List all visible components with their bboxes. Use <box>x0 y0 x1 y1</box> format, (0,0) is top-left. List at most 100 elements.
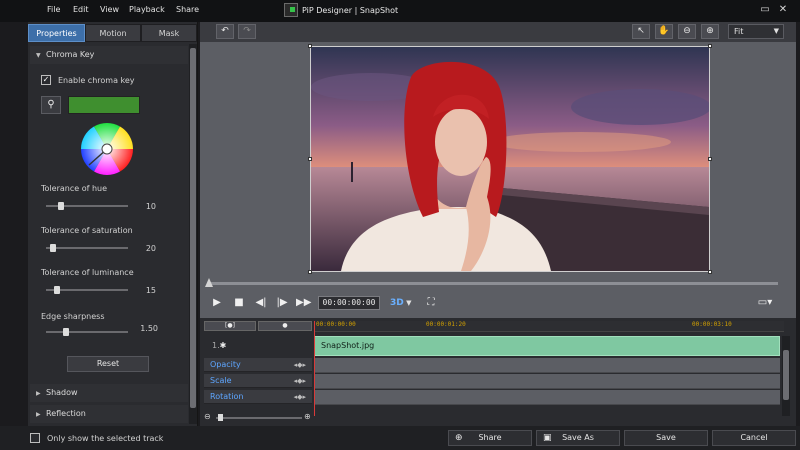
zoom-fit-select[interactable]: Fit ▼ <box>728 24 784 39</box>
play-icon[interactable]: ▶ <box>210 296 224 310</box>
3d-mode-button[interactable]: 3D ▼ <box>390 295 414 311</box>
zoom-in-icon[interactable]: ⊕ <box>304 412 311 421</box>
save-as-button[interactable]: ▣ Save As <box>536 430 620 446</box>
resize-handle[interactable] <box>708 270 712 274</box>
edge-sharpness-slider-track[interactable] <box>46 331 128 333</box>
edge-sharpness-label: Edge sharpness <box>41 312 105 321</box>
track-lane-opacity[interactable] <box>314 358 780 373</box>
luminance-tolerance-slider-thumb[interactable] <box>54 286 61 294</box>
display-settings-icon[interactable]: ▭▾ <box>754 296 776 310</box>
maximize-icon[interactable]: ▭ <box>758 3 772 17</box>
save-button[interactable]: Save <box>624 430 708 446</box>
app-title: PiP Designer | SnapShot <box>284 3 398 17</box>
tab-motion[interactable]: Motion <box>85 24 141 42</box>
3d-mode-label: 3D <box>390 298 404 308</box>
menu-playback[interactable]: Playback <box>129 5 165 14</box>
next-frame-icon[interactable]: |▶ <box>275 296 289 310</box>
resize-handle[interactable] <box>708 157 712 161</box>
luminance-tolerance-value: 15 <box>145 286 156 295</box>
menu-edit[interactable]: Edit <box>73 5 89 14</box>
select-pointer-icon[interactable]: ↖ <box>632 24 650 39</box>
timeline-zoom-thumb[interactable] <box>218 414 223 421</box>
eyedropper-icon[interactable]: ⚲ <box>41 96 61 114</box>
track-lane-rotation[interactable] <box>314 390 780 405</box>
preview-toolbar: ↶ ↷ ↖ ✋ ⊖ ⊕ Fit ▼ <box>200 22 796 42</box>
zoom-in-icon[interactable]: ⊕ <box>701 24 719 39</box>
timecode-display[interactable]: 00:00:00:00 <box>318 296 380 310</box>
timeline-ruler[interactable]: 00:00:00:00 00:00:01:20 00:00:03:10 <box>314 321 784 332</box>
cancel-button[interactable]: Cancel <box>712 430 796 446</box>
track-lane-scale[interactable] <box>314 374 780 389</box>
share-button[interactable]: ⊕ Share <box>448 430 532 446</box>
luminance-tolerance-label: Tolerance of luminance <box>41 268 134 277</box>
preview-canvas[interactable] <box>310 46 710 272</box>
timeline-scrollbar-thumb[interactable] <box>783 350 789 400</box>
keyframe-nav-icon[interactable]: ◂◆▸ <box>294 390 306 404</box>
hue-tolerance-label: Tolerance of hue <box>41 184 108 193</box>
saturation-tolerance-slider-thumb[interactable] <box>50 244 57 252</box>
saturation-tolerance-label: Tolerance of saturation <box>41 226 133 235</box>
keyframe-nav-icon[interactable]: ◂◆▸ <box>294 358 306 372</box>
menu-share[interactable]: Share <box>176 5 199 14</box>
redo-icon[interactable]: ↷ <box>238 24 256 39</box>
only-selected-track-checkbox[interactable] <box>30 433 40 443</box>
resize-handle[interactable] <box>308 270 312 274</box>
playhead[interactable] <box>314 321 315 416</box>
track-label-text: Opacity <box>210 360 241 369</box>
resize-handle[interactable] <box>308 157 312 161</box>
share-label: Share <box>478 433 502 442</box>
save-as-label: Save As <box>562 433 594 442</box>
track-rotation[interactable]: Rotation ◂◆▸ <box>204 390 312 404</box>
track-scale[interactable]: Scale ◂◆▸ <box>204 374 312 388</box>
timeline-mode-button[interactable]: [●] <box>204 321 256 331</box>
timeline-zoom: ⊖ ⊕ <box>204 412 312 424</box>
ruler-mark: 00:00:03:10 <box>692 321 732 328</box>
fit-select-value: Fit <box>734 27 744 36</box>
key-color-swatch[interactable] <box>68 96 140 114</box>
timeline-panel: [●] ● 00:00:00:00 00:00:01:20 00:00:03:1… <box>200 318 796 426</box>
resize-handle[interactable] <box>708 44 712 48</box>
hand-pan-icon[interactable]: ✋ <box>655 24 673 39</box>
section-chroma-key[interactable]: ▼ Chroma Key <box>30 46 188 64</box>
enable-chroma-key-checkbox[interactable]: ✓ <box>41 75 51 85</box>
saturation-tolerance-slider-track[interactable] <box>46 247 128 249</box>
chevron-down-icon: ▼ <box>403 299 412 307</box>
fast-forward-icon[interactable]: ▶▶ <box>296 296 311 310</box>
timeline-zoom-track[interactable] <box>216 417 302 419</box>
zoom-out-icon[interactable]: ⊖ <box>678 24 696 39</box>
section-label: Chroma Key <box>46 50 95 59</box>
keyframe-nav-icon[interactable]: ◂◆▸ <box>294 374 306 388</box>
panel-scrollbar[interactable] <box>189 44 197 424</box>
enable-chroma-key-label: Enable chroma key <box>58 76 135 85</box>
stop-icon[interactable]: ■ <box>232 296 246 310</box>
hue-tolerance-value: 10 <box>145 202 156 211</box>
tab-mask[interactable]: Mask <box>141 24 197 42</box>
resize-handle[interactable] <box>308 44 312 48</box>
edge-sharpness-slider-thumb[interactable] <box>62 328 69 336</box>
fullscreen-icon[interactable]: ⛶ <box>424 296 438 310</box>
clip-snapshot[interactable]: SnapShot.jpg <box>314 336 780 356</box>
preview-scrubber-track[interactable] <box>208 282 778 285</box>
timeline-record-button[interactable]: ● <box>258 321 312 331</box>
panel-scrollbar-thumb[interactable] <box>190 48 196 408</box>
timeline-scrollbar[interactable] <box>782 336 790 416</box>
undo-icon[interactable]: ↶ <box>216 24 234 39</box>
asterisk-icon: ✱ <box>219 341 227 350</box>
section-reflection[interactable]: ▶ Reflection <box>30 405 188 423</box>
menu-file[interactable]: File <box>47 5 60 14</box>
track-opacity[interactable]: Opacity ◂◆▸ <box>204 358 312 372</box>
hue-tolerance-slider-thumb[interactable] <box>57 202 64 210</box>
tab-properties[interactable]: Properties <box>28 24 85 42</box>
section-label: Shadow <box>46 388 78 397</box>
snapshot-image <box>311 47 709 271</box>
zoom-out-icon[interactable]: ⊖ <box>204 412 211 421</box>
section-shadow[interactable]: ▶ Shadow <box>30 384 188 402</box>
ruler-mark: 00:00:00:00 <box>316 321 356 328</box>
collapse-triangle-icon: ▼ <box>36 52 41 59</box>
reset-button[interactable]: Reset <box>67 356 149 372</box>
menu-view[interactable]: View <box>100 5 119 14</box>
close-icon[interactable]: ✕ <box>776 3 790 17</box>
color-wheel[interactable] <box>80 122 134 176</box>
track-header[interactable]: 1.✱ <box>204 336 312 356</box>
previous-frame-icon[interactable]: ◀| <box>254 296 268 310</box>
